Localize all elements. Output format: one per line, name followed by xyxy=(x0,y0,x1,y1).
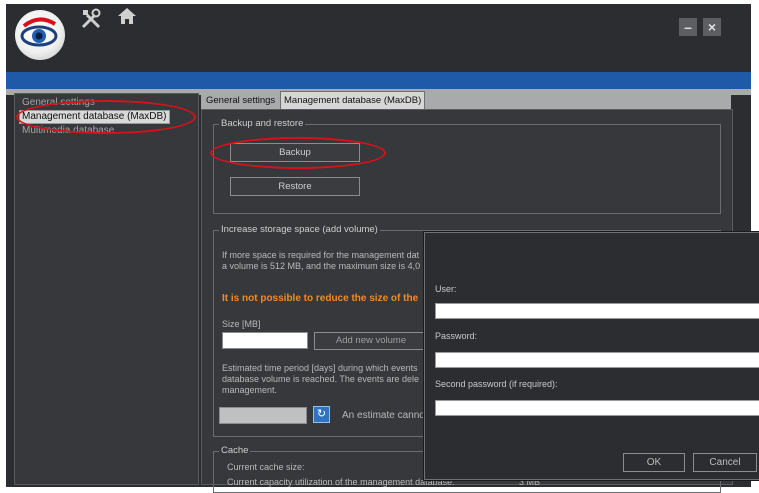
tab-general-settings[interactable]: General settings xyxy=(203,93,278,108)
minimize-button[interactable]: – xyxy=(679,18,697,36)
tab-management-database[interactable]: Management database (MaxDB) xyxy=(280,91,426,109)
storage-description-line-2: a volume is 512 MB, and the maximum size… xyxy=(222,261,421,271)
cache-group-title: Cache xyxy=(219,445,251,456)
eye-logo-icon xyxy=(15,10,65,60)
user-input[interactable] xyxy=(435,303,759,319)
size-label: Size [MB] xyxy=(222,319,261,329)
second-password-label: Second password (if required): xyxy=(435,379,558,389)
sidebar xyxy=(14,93,199,485)
password-input[interactable] xyxy=(435,352,759,368)
capacity-utilization-label: Current capacity utilization of the mana… xyxy=(227,477,455,487)
estimate-value-field xyxy=(219,407,307,424)
cancel-button[interactable]: Cancel xyxy=(693,453,757,472)
second-password-input[interactable] xyxy=(435,400,759,416)
estimate-description-line-3: management. xyxy=(222,385,278,395)
credentials-dialog: User: Password: Second password (if requ… xyxy=(424,232,759,480)
backup-restore-title: Backup and restore xyxy=(219,118,306,129)
title-bar: – × xyxy=(6,4,751,72)
current-cache-size-label: Current cache size: xyxy=(227,462,305,472)
restore-button[interactable]: Restore xyxy=(230,177,360,196)
add-new-volume-button[interactable]: Add new volume xyxy=(314,332,428,350)
highlight-ring-backup xyxy=(210,137,386,169)
size-input[interactable] xyxy=(222,332,308,349)
home-icon[interactable] xyxy=(116,6,138,32)
storage-description-line-1: If more space is required for the manage… xyxy=(222,250,420,260)
estimate-description-line-2: database volume is reached. The events a… xyxy=(222,374,419,384)
password-label: Password: xyxy=(435,331,478,341)
estimate-note: An estimate cannot xyxy=(342,410,428,421)
user-label: User: xyxy=(435,284,457,294)
estimate-description-line-1: Estimated time period [days] during whic… xyxy=(222,363,418,373)
ok-button[interactable]: OK xyxy=(623,453,685,472)
refresh-icon[interactable]: ↻ xyxy=(313,406,330,423)
close-button[interactable]: × xyxy=(703,18,721,36)
tools-icon[interactable] xyxy=(80,8,102,36)
highlight-ring-sidebar xyxy=(16,100,196,134)
reduce-size-warning: It is not possible to reduce the size of… xyxy=(222,293,419,304)
storage-group-title: Increase storage space (add volume) xyxy=(219,224,380,235)
accent-bar xyxy=(6,72,751,89)
